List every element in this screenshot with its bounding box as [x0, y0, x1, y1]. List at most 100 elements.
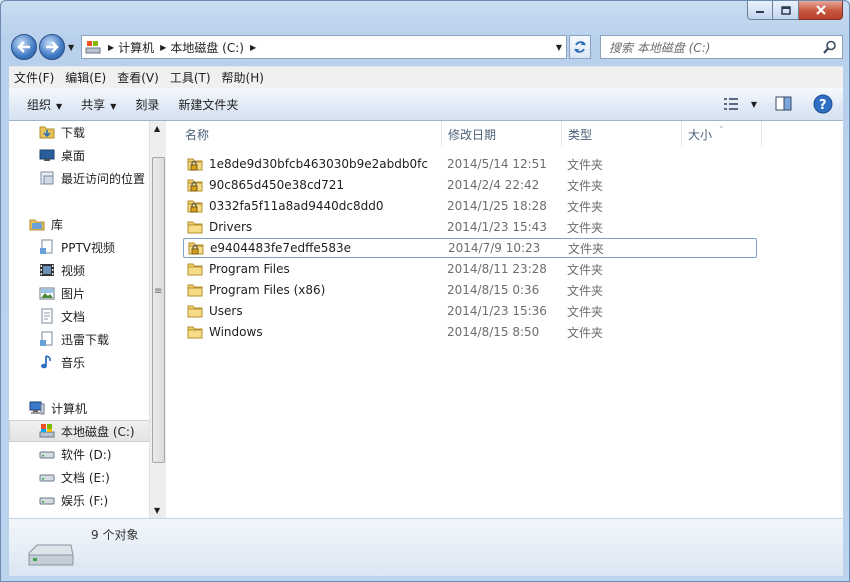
file-name: Program Files	[209, 262, 290, 276]
tree-item-recent[interactable]: 最近访问的位置	[9, 167, 157, 189]
view-options-icon[interactable]	[723, 96, 741, 112]
file-type: 文件夹	[567, 157, 604, 172]
file-name: Program Files (x86)	[209, 283, 326, 297]
menu-help[interactable]: 帮助(H)	[217, 69, 269, 86]
tree-item-drive-d[interactable]: 软件 (D:)	[9, 443, 157, 465]
music-library-icon	[39, 354, 55, 370]
toolbar-right: ▼ ?	[723, 94, 833, 114]
folder-icon	[187, 219, 205, 235]
column-header-name[interactable]: 名称	[167, 121, 442, 147]
scroll-down-icon[interactable]: ▼	[154, 506, 160, 515]
breadcrumb-separator[interactable]: ▶	[108, 43, 114, 52]
file-modified-date: 2014/1/25 18:28	[447, 199, 547, 213]
scroll-thumb[interactable]	[152, 157, 165, 463]
file-row[interactable]: Program Files 2014/8/11 23:28 文件夹	[183, 259, 757, 279]
file-row[interactable]: Drivers 2014/1/23 15:43 文件夹	[183, 217, 757, 237]
preview-pane-icon[interactable]	[775, 96, 793, 112]
column-header-size[interactable]: 大小 ⌄	[682, 121, 762, 147]
search-input[interactable]: 搜索 本地磁盘 (C:)	[600, 35, 843, 59]
minimize-button[interactable]	[747, 1, 773, 20]
burn-button[interactable]: 刻录	[126, 96, 168, 113]
tree-item-label: 桌面	[61, 148, 86, 163]
file-row[interactable]: 1e8de9d30bfcb463030b9e2abdb0fc 2014/5/14 …	[183, 154, 757, 174]
breadcrumb-separator[interactable]: ▶	[250, 43, 256, 52]
file-row[interactable]: e9404483fe7edffe583e 2014/7/9 10:23 文件夹	[183, 238, 757, 258]
svg-text:?: ?	[819, 98, 827, 113]
tree-item-xunlei[interactable]: 迅雷下载	[9, 328, 157, 350]
tree-item-label: 本地磁盘 (C:)	[61, 424, 135, 439]
organize-button[interactable]: 组织 ▼	[18, 96, 71, 113]
file-modified-date: 2014/1/23 15:36	[447, 304, 547, 318]
tree-item-music[interactable]: 音乐	[9, 351, 157, 373]
file-row[interactable]: Windows 2014/8/15 8:50 文件夹	[183, 322, 757, 342]
tree-item-downloads[interactable]: 下载	[9, 121, 157, 143]
column-headers: 名称 修改日期 类型 大小 ⌄	[167, 121, 843, 147]
navigation-pane: 下载 桌面 最近访问的位置 库 PPTV视频 视频 图片 文档 迅雷下载 音乐 …	[9, 121, 157, 518]
window-controls	[747, 1, 843, 21]
file-row[interactable]: Program Files (x86) 2014/8/15 0:36 文件夹	[183, 280, 757, 300]
close-icon	[815, 5, 826, 15]
menu-edit[interactable]: 编辑(E)	[60, 69, 111, 86]
tree-item-pictures[interactable]: 图片	[9, 282, 157, 304]
tree-item-videos[interactable]: 视频	[9, 259, 157, 281]
menu-tools[interactable]: 工具(T)	[165, 69, 216, 86]
file-type: 文件夹	[567, 304, 604, 319]
column-header-date[interactable]: 修改日期	[442, 121, 562, 147]
tree-item-pptv[interactable]: PPTV视频	[9, 236, 157, 258]
close-button[interactable]	[799, 1, 843, 20]
file-type: 文件夹	[567, 220, 604, 235]
share-button[interactable]: 共享 ▼	[72, 96, 125, 113]
chevron-down-icon: ▼	[110, 101, 117, 111]
forward-button[interactable]	[39, 34, 65, 60]
file-name: 1e8de9d30bfcb463030b9e2abdb0fc	[209, 157, 428, 171]
breadcrumb-computer[interactable]: 计算机	[118, 39, 154, 56]
drive-icon	[39, 446, 55, 462]
tree-item-drive-c[interactable]: 本地磁盘 (C:)	[9, 420, 157, 442]
file-modified-date: 2014/5/14 12:51	[447, 157, 547, 171]
file-type: 文件夹	[568, 241, 605, 256]
address-history-dropdown[interactable]: ▼	[556, 43, 562, 52]
desktop-icon	[39, 147, 55, 163]
tree-item-libraries[interactable]: 库	[9, 213, 157, 235]
tree-item-label: 最近访问的位置	[61, 171, 146, 186]
file-row[interactable]: Users 2014/1/23 15:36 文件夹	[183, 301, 757, 321]
maximize-button[interactable]	[773, 1, 799, 20]
menu-file[interactable]: 文件(F)	[9, 69, 59, 86]
menu-view[interactable]: 查看(V)	[112, 69, 164, 86]
tree-item-documents[interactable]: 文档	[9, 305, 157, 327]
file-type: 文件夹	[567, 325, 604, 340]
locked-folder-icon	[188, 240, 206, 256]
tree-item-drive-e[interactable]: 文档 (E:)	[9, 466, 157, 488]
file-modified-date: 2014/1/23 15:43	[447, 220, 547, 234]
breadcrumb-separator[interactable]: ▶	[160, 43, 166, 52]
folder-icon	[187, 282, 205, 298]
recent-pages-dropdown[interactable]: ▼	[68, 43, 74, 52]
arrow-left-icon	[17, 41, 30, 53]
tree-item-label: 视频	[61, 263, 86, 278]
file-type: 文件夹	[567, 262, 604, 277]
view-options-dropdown[interactable]: ▼	[751, 100, 757, 109]
address-bar[interactable]: ▶ 计算机 ▶ 本地磁盘 (C:) ▶ ▼	[81, 35, 567, 59]
system-drive-icon	[39, 423, 55, 439]
search-icon[interactable]	[823, 40, 837, 54]
tree-item-drive-f[interactable]: 娱乐 (F:)	[9, 489, 157, 511]
new-folder-button[interactable]: 新建文件夹	[169, 96, 247, 113]
file-row[interactable]: 0332fa5f11a8ad9440dc8dd0 2014/1/25 18:28 文…	[183, 196, 757, 216]
tree-item-computer[interactable]: 计算机	[9, 397, 157, 419]
tree-item-label: 软件 (D:)	[61, 447, 112, 462]
scroll-up-icon[interactable]: ▲	[154, 124, 160, 133]
library-item-icon	[39, 331, 55, 347]
breadcrumb-drive-c[interactable]: 本地磁盘 (C:)	[170, 39, 244, 56]
minimize-icon	[756, 11, 764, 13]
tree-item-desktop[interactable]: 桌面	[9, 144, 157, 166]
refresh-icon	[574, 41, 586, 53]
file-row[interactable]: 90c865d450e38cd721 2014/2/4 22:42 文件夹	[183, 175, 757, 195]
file-modified-date: 2014/8/15 0:36	[447, 283, 540, 297]
column-header-type[interactable]: 类型	[562, 121, 682, 147]
system-drive-icon	[85, 41, 101, 54]
navigation-scrollbar[interactable]: ▲ ≡ ▼	[149, 121, 166, 518]
help-icon[interactable]: ?	[813, 94, 833, 114]
back-button[interactable]	[11, 34, 37, 60]
refresh-button[interactable]	[569, 35, 591, 59]
download-folder-icon	[39, 124, 55, 140]
